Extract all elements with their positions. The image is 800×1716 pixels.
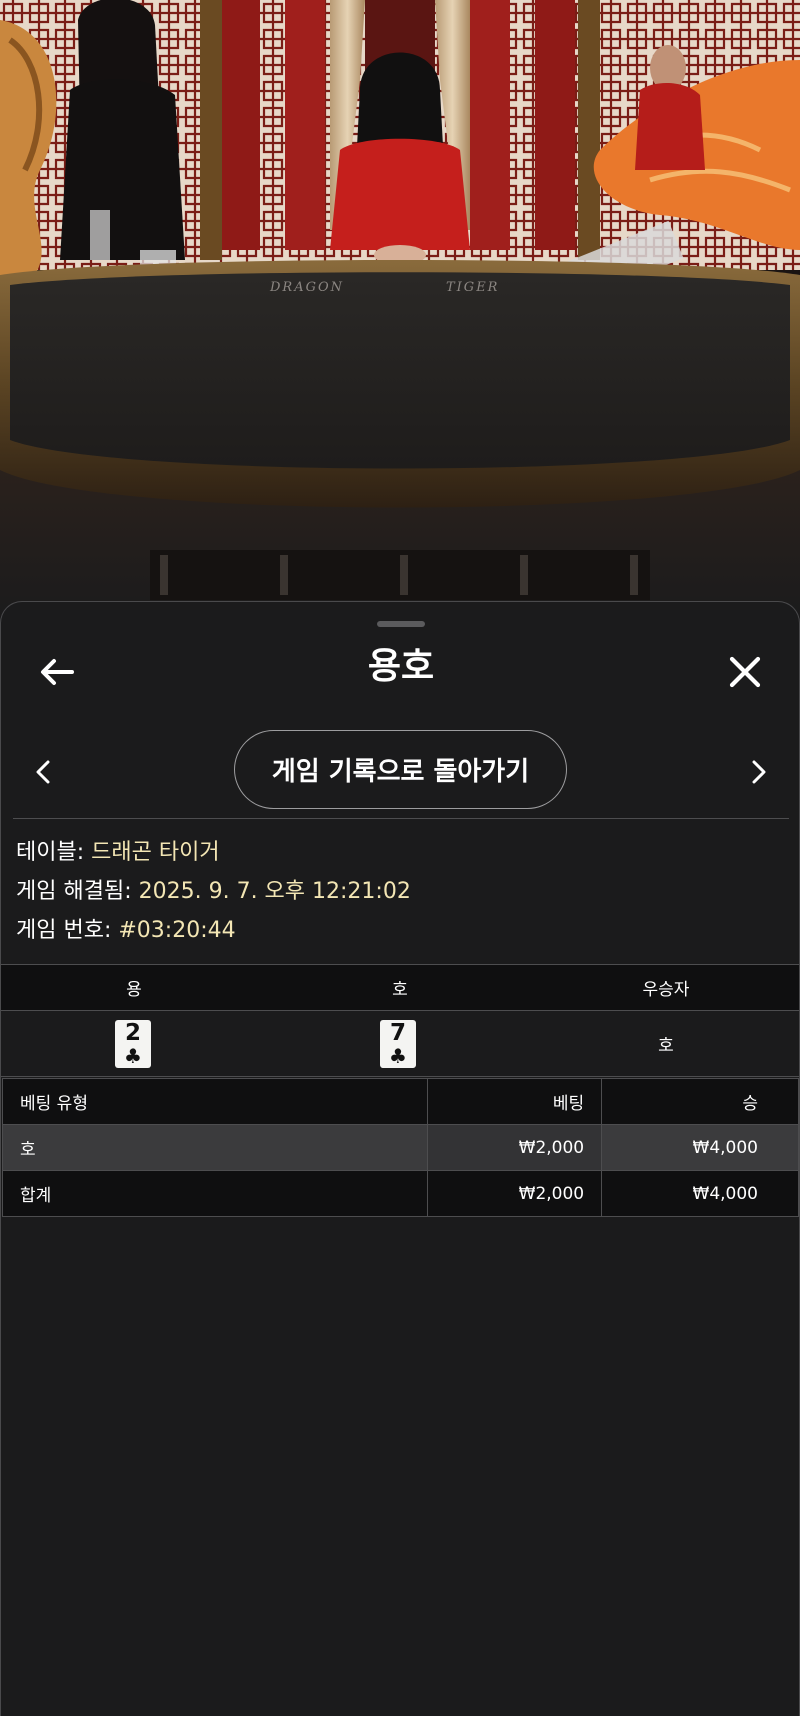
dragon-column-header: 용 [126, 980, 142, 1000]
dealer-studio-scene [0, 0, 800, 620]
tiger-playing-card: 7 ♣ [380, 1019, 416, 1068]
next-game-button[interactable] [739, 750, 779, 794]
bet-amount-header: 베팅 [427, 1078, 603, 1125]
bet-type-header: 베팅 유형 [1, 1078, 429, 1125]
chevron-right-icon [752, 760, 766, 784]
table-info-label: 테이블: [16, 840, 85, 865]
win-amount-header: 승 [601, 1078, 799, 1125]
total-win-cell: ₩4,000 [601, 1170, 799, 1217]
felt-label-tiger: TIGER [446, 280, 500, 295]
game-number-info: 게임 번호: #03:20:44 [16, 916, 236, 946]
club-suit-icon: ♣ [124, 1043, 142, 1068]
total-bet-cell: ₩2,000 [427, 1170, 603, 1217]
table-info-value: 드래곤 타이거 [91, 840, 220, 865]
live-video-stream: DRAGON TIGER [0, 0, 800, 620]
winner-cell: 호 [658, 1036, 674, 1056]
bet-amount-cell: ₩2,000 [427, 1124, 603, 1171]
table-row: 호 ₩2,000 ₩4,000 [1, 1124, 799, 1171]
close-x-icon [729, 656, 761, 688]
section-divider [13, 818, 789, 819]
chevron-left-icon [36, 760, 50, 784]
close-button[interactable] [719, 646, 771, 698]
dragon-card-rank: 2 [124, 1019, 141, 1046]
dragon-card-cell: 2 ♣ [1, 1011, 267, 1076]
game-number-label: 게임 번호: [16, 918, 112, 943]
game-number-value: #03:20:44 [118, 918, 236, 943]
bets-table: 베팅 유형 베팅 승 호 ₩2,000 ₩4,000 합계 ₩2,000 ₩4,… [1, 1078, 799, 1217]
back-to-history-button[interactable]: 게임 기록으로 돌아가기 [234, 730, 567, 809]
table-info: 테이블: 드래곤 타이거 [16, 838, 220, 868]
winner-column-header: 우승자 [642, 980, 690, 1000]
resolved-time-info: 게임 해결됨: 2025. 9. 7. 오후 12:21:02 [16, 877, 411, 907]
result-table: 용 호 우승자 2 ♣ 7 ♣ 호 [1, 964, 799, 1077]
tiger-column-header: 호 [392, 980, 408, 1000]
tiger-card-rank: 7 [389, 1019, 406, 1046]
felt-label-dragon: DRAGON [270, 280, 345, 295]
win-amount-cell: ₩4,000 [601, 1124, 799, 1171]
total-row: 합계 ₩2,000 ₩4,000 [1, 1170, 799, 1217]
resolved-time-label: 게임 해결됨: [16, 879, 132, 904]
game-details-sheet: 용호 게임 기록으로 돌아가기 테이블: 드래곤 타이거 게임 해결됨: 202… [0, 601, 800, 1716]
total-label-cell: 합계 [1, 1170, 429, 1217]
tiger-card-cell: 7 ♣ [267, 1011, 533, 1076]
resolved-time-value: 2025. 9. 7. 오후 12:21:02 [138, 879, 411, 904]
result-row: 2 ♣ 7 ♣ 호 [1, 1011, 799, 1077]
dragon-playing-card: 2 ♣ [115, 1019, 151, 1068]
bet-type-cell: 호 [1, 1124, 429, 1171]
bets-header-row: 베팅 유형 베팅 승 [1, 1078, 799, 1125]
sheet-title: 용호 [367, 646, 435, 687]
sheet-drag-handle[interactable] [377, 621, 425, 627]
previous-game-button[interactable] [23, 750, 63, 794]
result-header-row: 용 호 우승자 [1, 965, 799, 1011]
club-suit-icon: ♣ [389, 1043, 407, 1068]
